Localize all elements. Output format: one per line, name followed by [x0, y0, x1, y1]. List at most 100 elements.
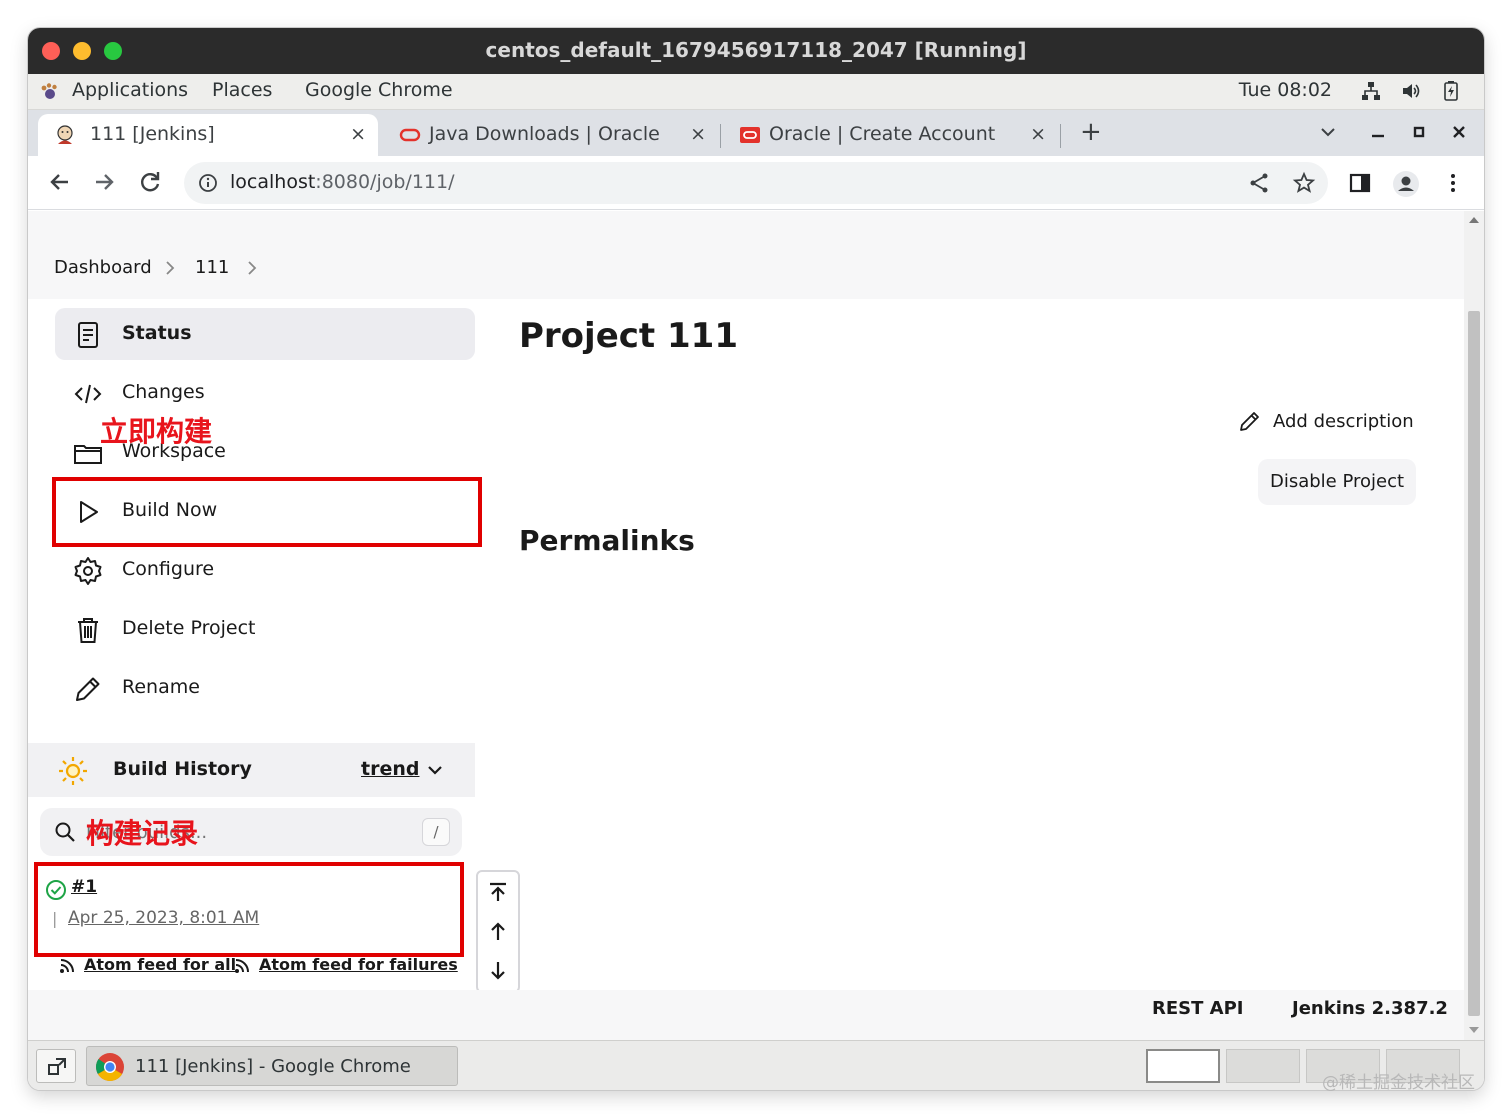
- oracle-account-icon: [740, 127, 760, 143]
- chevron-right-icon: [166, 261, 175, 275]
- page-up-icon[interactable]: [487, 920, 509, 942]
- applications-menu[interactable]: Applications: [72, 79, 188, 101]
- tab-title: Java Downloads | Oracle: [429, 123, 660, 145]
- status-icon: [78, 322, 98, 348]
- address-bar[interactable]: localhost:8080/job/111/: [184, 162, 1328, 204]
- breadcrumb-dashboard[interactable]: Dashboard: [54, 257, 152, 278]
- chevron-right-icon[interactable]: [244, 259, 260, 277]
- tab-separator: [720, 124, 721, 148]
- sidebar-item-status[interactable]: Status: [55, 308, 475, 360]
- add-description-label: Add description: [1273, 411, 1414, 432]
- jenkins-icon: [57, 125, 73, 144]
- gnome-top-bar: Applications Places Google Chrome Tue 08…: [28, 74, 1484, 110]
- keyboard-shortcut-hint: /: [422, 818, 450, 846]
- jenkins-version-link[interactable]: Jenkins 2.387.2: [1292, 998, 1448, 1019]
- scroll-down-arrow-icon[interactable]: [1469, 1027, 1479, 1033]
- gnome-foot-icon: [41, 83, 57, 99]
- sidebar-item-label: Configure: [122, 558, 215, 580]
- tab-search-chevron-icon[interactable]: [1318, 122, 1338, 142]
- reload-icon[interactable]: [136, 168, 164, 196]
- page-down-icon[interactable]: [487, 960, 509, 982]
- page-scrollbar[interactable]: [1464, 211, 1484, 1040]
- build-history-pager: [476, 870, 520, 993]
- breadcrumb-job[interactable]: 111: [195, 257, 229, 278]
- back-arrow-icon[interactable]: [46, 168, 74, 196]
- rest-api-link[interactable]: REST API: [1152, 998, 1244, 1019]
- page-first-icon[interactable]: [487, 881, 509, 903]
- show-desktop-icon: [48, 1058, 66, 1075]
- annotation-box-build-now: [52, 477, 482, 547]
- url-host: localhost: [230, 171, 316, 193]
- sidebar-item-label: Changes: [122, 381, 205, 403]
- search-icon: [55, 822, 75, 842]
- side-panel-icon[interactable]: [1348, 171, 1372, 195]
- tab-oracle-account[interactable]: Oracle | Create Account ×: [723, 114, 1058, 156]
- sidebar-item-configure[interactable]: Configure: [55, 544, 475, 596]
- tab-close-icon[interactable]: ×: [1030, 123, 1046, 145]
- clock[interactable]: Tue 08:02: [1239, 79, 1332, 101]
- pencil-icon: [1240, 412, 1259, 431]
- sidebar-item-label: Delete Project: [122, 617, 256, 639]
- sun-icon: [59, 757, 87, 785]
- show-desktop-button[interactable]: [36, 1049, 76, 1083]
- annotation-build-history: 构建记录: [86, 817, 199, 850]
- sidebar-item-delete-project[interactable]: Delete Project: [55, 603, 475, 655]
- atom-feed-all-link[interactable]: Atom feed for all: [84, 955, 236, 974]
- app-menu[interactable]: Google Chrome: [305, 79, 453, 101]
- sidebar-item-rename[interactable]: Rename: [55, 662, 475, 714]
- atom-feed-failures-link[interactable]: Atom feed for failures: [259, 955, 458, 974]
- tab-close-icon[interactable]: ×: [350, 123, 366, 145]
- sidebar-item-label: Status: [122, 322, 192, 344]
- volume-icon[interactable]: [1400, 80, 1422, 102]
- site-info-icon[interactable]: [198, 173, 218, 193]
- chrome-icon: [96, 1053, 124, 1081]
- mac-title-bar: centos_default_1679456917118_2047 [Runni…: [28, 28, 1484, 74]
- window-title: centos_default_1679456917118_2047 [Runni…: [485, 38, 1027, 62]
- disable-project-button[interactable]: Disable Project: [1258, 459, 1416, 505]
- restore-icon[interactable]: [1409, 122, 1429, 142]
- chevron-down-icon[interactable]: [426, 761, 444, 779]
- permalinks-heading: Permalinks: [519, 524, 695, 557]
- close-icon[interactable]: [1449, 122, 1469, 142]
- workspace-2[interactable]: [1226, 1049, 1300, 1083]
- minimize-icon[interactable]: [1368, 122, 1388, 142]
- trash-icon: [78, 618, 98, 643]
- share-icon[interactable]: [1247, 171, 1271, 195]
- new-tab-button[interactable]: +: [1080, 117, 1102, 147]
- gear-icon: [74, 557, 102, 585]
- profile-avatar-icon[interactable]: [1392, 170, 1420, 198]
- oracle-icon: [399, 128, 421, 142]
- browser-toolbar: localhost:8080/job/111/: [28, 156, 1484, 210]
- rss-icon: [60, 959, 74, 973]
- annotation-box-build-history: [34, 862, 464, 957]
- kebab-menu-icon[interactable]: [1441, 171, 1465, 195]
- network-icon[interactable]: [1360, 80, 1382, 102]
- page-footer: REST API Jenkins 2.387.2: [28, 990, 1464, 1040]
- taskbar-window-label: 111 [Jenkins] - Google Chrome: [135, 1056, 411, 1077]
- taskbar-window-chrome[interactable]: 111 [Jenkins] - Google Chrome: [86, 1046, 458, 1086]
- url-text: localhost:8080/job/111/: [230, 171, 455, 193]
- jenkins-page: Dashboard 111 Status Changes Workspace B…: [28, 211, 1464, 1040]
- tab-title: Oracle | Create Account: [769, 123, 996, 145]
- build-history-title: Build History: [113, 758, 252, 780]
- tab-jenkins[interactable]: 111 [Jenkins] ×: [38, 114, 378, 156]
- scrollbar-thumb[interactable]: [1468, 311, 1480, 1016]
- workspace-1[interactable]: [1146, 1049, 1220, 1083]
- forward-arrow-icon[interactable]: [90, 168, 118, 196]
- annotation-build-now: 立即构建: [100, 415, 213, 448]
- trend-link[interactable]: trend: [361, 758, 419, 780]
- pencil-icon: [76, 677, 100, 701]
- battery-icon[interactable]: [1440, 80, 1462, 102]
- tab-title: 111 [Jenkins]: [90, 123, 215, 145]
- scroll-up-arrow-icon[interactable]: [1469, 217, 1479, 223]
- bookmark-star-icon[interactable]: [1292, 171, 1316, 195]
- tab-java-downloads[interactable]: Java Downloads | Oracle ×: [383, 114, 718, 156]
- vm-window: centos_default_1679456917118_2047 [Runni…: [28, 28, 1484, 1090]
- page-title: Project 111: [519, 316, 738, 356]
- rss-icon: [235, 959, 249, 973]
- sidebar-item-label: Rename: [122, 676, 200, 698]
- breadcrumb: Dashboard 111: [28, 211, 1464, 299]
- tab-close-icon[interactable]: ×: [690, 123, 706, 145]
- places-menu[interactable]: Places: [212, 79, 272, 101]
- gnome-taskbar: 111 [Jenkins] - Google Chrome: [28, 1040, 1484, 1090]
